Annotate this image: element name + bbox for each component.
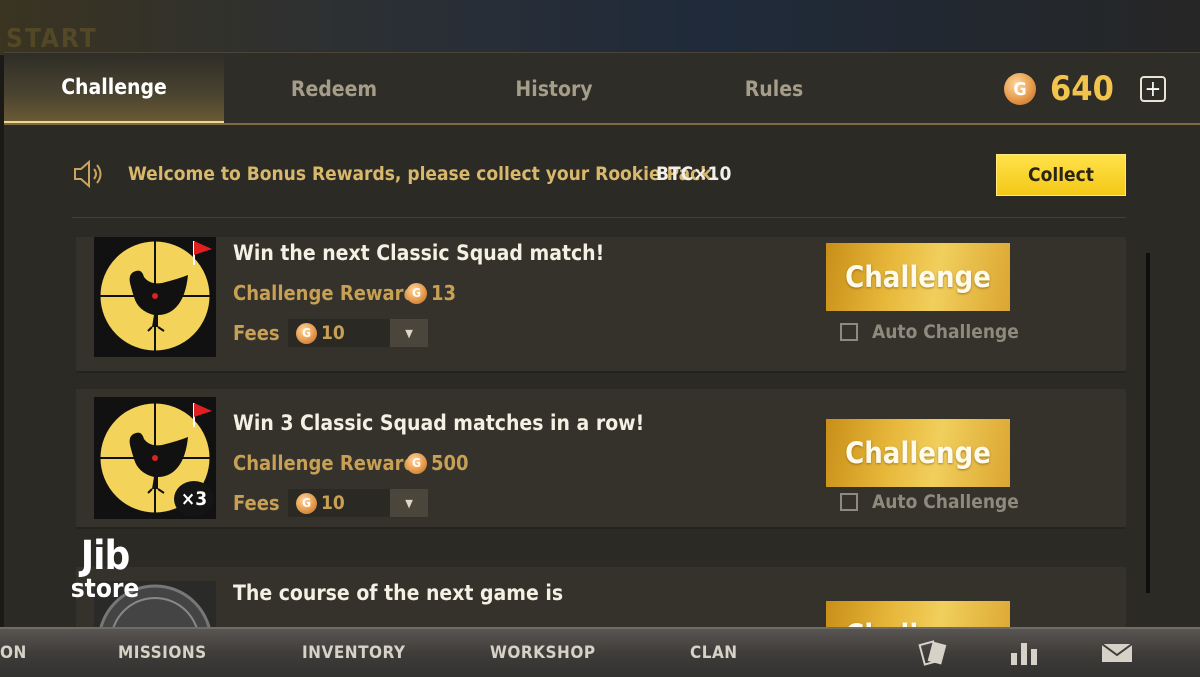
nav-item-missions[interactable]: MISSIONS	[118, 629, 207, 677]
auto-challenge-checkbox[interactable]	[840, 323, 858, 341]
notice-message: Welcome to Bonus Rewards, please collect…	[128, 163, 719, 185]
tab-underline	[4, 123, 1200, 125]
auto-challenge-toggle[interactable]: Auto Challenge	[840, 491, 1019, 513]
collect-button[interactable]: Collect	[996, 154, 1126, 196]
mail-icon[interactable]	[1100, 639, 1134, 667]
fees-value: 10	[321, 492, 345, 514]
bottom-nav: ON MISSIONS INVENTORY WORKSHOP CLAN	[0, 627, 1200, 677]
challenge-reward-label: Challenge Reward	[233, 451, 417, 475]
currency-display: G 640 +	[1004, 69, 1166, 109]
challenge-title: Win 3 Classic Squad matches in a row!	[233, 411, 645, 435]
bar-chart-icon[interactable]	[1008, 639, 1040, 667]
tab-bar: Challenge Redeem History Rules G 640 +	[4, 53, 1200, 125]
challenge-reward-value: G 500	[406, 451, 469, 475]
fees-label: Fees	[233, 321, 280, 345]
challenge-card: The course of the next game is Challenge	[76, 567, 1126, 628]
notice-bar: Welcome to Bonus Rewards, please collect…	[4, 145, 1200, 205]
challenge-card: ×3 Win 3 Classic Squad matches in a row!…	[76, 389, 1126, 529]
g-coin-icon: G	[406, 452, 427, 474]
chicken-crosshair-icon	[94, 237, 216, 357]
nav-item-clan[interactable]: CLAN	[690, 629, 738, 677]
challenge-list[interactable]: Win the next Classic Squad match! Challe…	[4, 237, 1200, 628]
tab-redeem[interactable]: Redeem	[224, 53, 444, 125]
auto-challenge-checkbox[interactable]	[840, 493, 858, 511]
bonus-challenge-panel: Challenge Redeem History Rules G 640 + W…	[4, 52, 1200, 628]
scrollbar[interactable]	[1146, 253, 1150, 593]
jib-store-watermark: Jib store	[70, 533, 140, 604]
fees-dropdown[interactable]: G 10 ▼	[288, 319, 428, 347]
g-coin-icon: G	[1004, 73, 1036, 105]
nav-item-inventory[interactable]: INVENTORY	[302, 629, 405, 677]
speaker-icon	[74, 159, 102, 189]
divider	[72, 217, 1126, 218]
add-coins-button[interactable]: +	[1139, 76, 1166, 102]
chevron-down-icon: ▼	[390, 319, 428, 347]
challenge-title: The course of the next game is	[233, 581, 564, 605]
chevron-down-icon: ▼	[390, 489, 428, 517]
coin-balance: 640	[1050, 69, 1114, 109]
auto-challenge-label: Auto Challenge	[872, 491, 1019, 513]
fees-value: 10	[321, 322, 345, 344]
chicken-crosshair-icon: ×3	[94, 397, 216, 519]
background-lobby: START	[0, 0, 1200, 55]
challenge-button[interactable]: Challenge	[826, 243, 1010, 311]
cards-icon[interactable]	[916, 639, 950, 669]
start-text: START	[6, 24, 98, 54]
nav-item-on[interactable]: ON	[0, 629, 27, 677]
challenge-button[interactable]: Challenge	[826, 419, 1010, 487]
g-coin-icon: G	[296, 322, 317, 344]
auto-challenge-toggle[interactable]: Auto Challenge	[840, 321, 1019, 343]
reward-amount: 500	[431, 451, 469, 475]
fees-dropdown[interactable]: G 10 ▼	[288, 489, 428, 517]
reward-amount: 13	[431, 281, 457, 305]
tab-rules[interactable]: Rules	[664, 53, 884, 125]
challenge-reward-value: G 13	[406, 281, 456, 305]
tab-history[interactable]: History	[444, 53, 664, 125]
challenge-reward-label: Challenge Reward	[233, 281, 417, 305]
multiplier-badge: ×3	[174, 481, 214, 517]
challenge-card: Win the next Classic Squad match! Challe…	[76, 237, 1126, 373]
auto-challenge-label: Auto Challenge	[872, 321, 1019, 343]
g-coin-icon: G	[296, 492, 317, 514]
fees-label: Fees	[233, 491, 280, 515]
challenge-button[interactable]: Challenge	[826, 601, 1010, 628]
challenge-title: Win the next Classic Squad match!	[233, 241, 605, 265]
nav-item-workshop[interactable]: WORKSHOP	[490, 629, 596, 677]
notice-reward: BTC×10	[656, 163, 732, 185]
g-coin-icon: G	[406, 282, 427, 304]
tab-challenge[interactable]: Challenge	[4, 53, 224, 125]
